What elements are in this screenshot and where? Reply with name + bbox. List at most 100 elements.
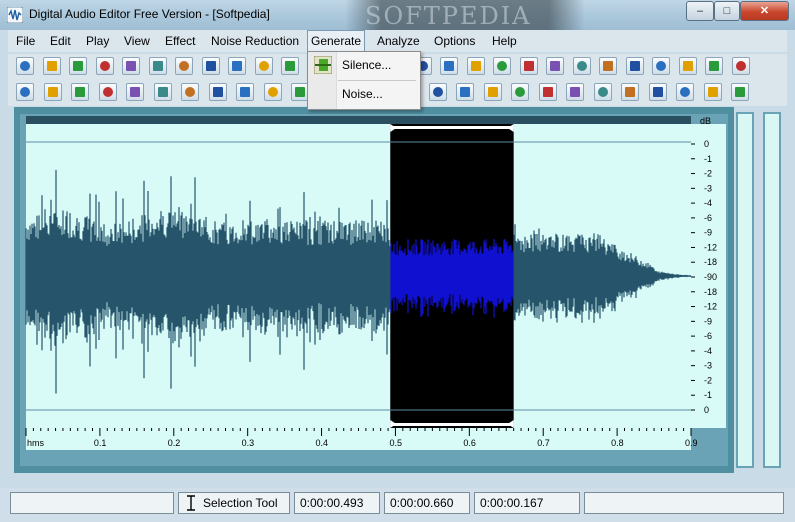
menu-help[interactable]: Help [492, 30, 517, 52]
reverb-button[interactable] [703, 83, 722, 101]
move-up-icon [487, 87, 498, 97]
time-tick-label: 0.5 [389, 438, 402, 448]
move-down-button[interactable] [511, 83, 529, 101]
pause-button[interactable] [98, 83, 117, 101]
vibrato-icon [570, 87, 580, 97]
menu-item-silence[interactable]: Silence... [342, 58, 391, 72]
record-button[interactable] [71, 83, 89, 101]
menu-effect[interactable]: Effect [165, 30, 195, 52]
db-tick-label: 0 [704, 405, 709, 415]
forward-button[interactable] [236, 83, 254, 101]
move-down-icon [515, 87, 525, 97]
echo-icon [680, 87, 690, 97]
normalize-icon [470, 61, 481, 71]
menu-analyze[interactable]: Analyze [377, 30, 420, 52]
goto-start-button[interactable] [153, 83, 172, 101]
paste-button[interactable] [254, 57, 273, 75]
shift-button[interactable] [538, 83, 557, 101]
menu-edit[interactable]: Edit [50, 30, 71, 52]
selection-bottom-bar[interactable] [390, 423, 514, 426]
menu-noise-reduction[interactable]: Noise Reduction [211, 30, 299, 52]
echo-button[interactable] [676, 83, 694, 101]
marker-icon [550, 61, 560, 71]
copy-button[interactable] [201, 57, 220, 75]
pitch-button[interactable] [705, 57, 723, 75]
rewind-icon [185, 87, 195, 97]
record-icon [75, 87, 85, 97]
cut-button[interactable] [228, 57, 246, 75]
save-button[interactable] [69, 57, 87, 75]
tool-label: Selection Tool [203, 496, 278, 510]
line-button[interactable] [456, 83, 474, 101]
find-button[interactable] [175, 57, 193, 75]
redo-button[interactable] [148, 57, 167, 75]
open-folder-button[interactable] [42, 57, 61, 75]
loop-button[interactable] [493, 57, 511, 75]
selection-top-bar[interactable] [390, 126, 514, 129]
equalize-button[interactable] [599, 57, 617, 75]
menu-generate[interactable]: Generate [307, 30, 366, 52]
db-tick-label: -4 [704, 346, 712, 356]
eq-button[interactable] [731, 83, 749, 101]
new-file-icon [20, 61, 30, 71]
goto-end-button[interactable] [263, 83, 282, 101]
menu-file[interactable]: File [16, 30, 35, 52]
forward-icon [240, 87, 250, 97]
db-tick-label: -9 [704, 316, 712, 326]
time-tick-label: 0.3 [242, 438, 255, 448]
stop-button[interactable] [126, 83, 144, 101]
loop2-button[interactable] [519, 57, 538, 75]
paste-mix-button[interactable] [281, 57, 299, 75]
eq-icon [735, 87, 745, 97]
undo-icon [126, 61, 136, 71]
rewind-button[interactable] [181, 83, 199, 101]
delay-button[interactable] [648, 83, 667, 101]
spectrum-button[interactable] [652, 57, 670, 75]
undo-button[interactable] [122, 57, 140, 75]
sun-button[interactable] [440, 57, 458, 75]
flanger-button[interactable] [731, 57, 750, 75]
normalize-button[interactable] [466, 57, 485, 75]
back-icon [432, 87, 443, 97]
spectrum-icon [656, 61, 666, 71]
save-all-button[interactable] [95, 57, 114, 75]
play-icon [20, 87, 30, 97]
reverse-button[interactable] [678, 57, 697, 75]
open-folder-icon [46, 61, 57, 71]
new-file-button[interactable] [16, 57, 34, 75]
move-up-button[interactable] [483, 83, 502, 101]
back-button[interactable] [428, 83, 447, 101]
minimize-button[interactable]: – [686, 1, 714, 21]
save-all-icon [99, 61, 110, 71]
vibrato-button[interactable] [566, 83, 584, 101]
db-tick-label: -9 [704, 228, 712, 238]
chorus-button[interactable] [621, 83, 639, 101]
waveform-view[interactable]: dB 0 -1 -2 -3 -4 -6 -9 -12 -18 -90 -18 -12 -9 -6 -4 -3 -… [24, 116, 726, 450]
db-tick-label: -1 [704, 390, 712, 400]
time-unit-label: hms [27, 438, 45, 448]
maximize-button[interactable]: □ [714, 1, 740, 21]
menu-view[interactable]: View [124, 30, 150, 52]
db-axis: dB 0 -1 -2 -3 -4 -6 -9 -12 -18 -90 -18 -12 -9 -6 -4 -3 -… [691, 116, 726, 428]
time-tick-label: 0.9 [685, 438, 698, 448]
zoom-in-icon [295, 87, 305, 97]
loop-play-button[interactable] [43, 83, 62, 101]
play-button[interactable] [16, 83, 34, 101]
stereo-button[interactable] [625, 57, 644, 75]
close-button[interactable]: ✕ [740, 1, 789, 21]
db-tick-label: -18 [704, 257, 717, 267]
menu-options[interactable]: Options [434, 30, 475, 52]
flanger-icon [735, 61, 746, 71]
reverse-icon [682, 61, 693, 71]
menu-item-noise[interactable]: Noise... [342, 87, 383, 101]
play-selection-button[interactable] [208, 83, 227, 101]
marker-button[interactable] [546, 57, 564, 75]
envelope-button[interactable] [593, 83, 612, 101]
find-icon [179, 61, 189, 71]
app-icon [7, 7, 23, 23]
box-button[interactable] [572, 57, 591, 75]
menu-play[interactable]: Play [86, 30, 109, 52]
stop-icon [130, 87, 140, 97]
overview-bar[interactable] [26, 116, 691, 124]
redo-icon [152, 61, 163, 71]
